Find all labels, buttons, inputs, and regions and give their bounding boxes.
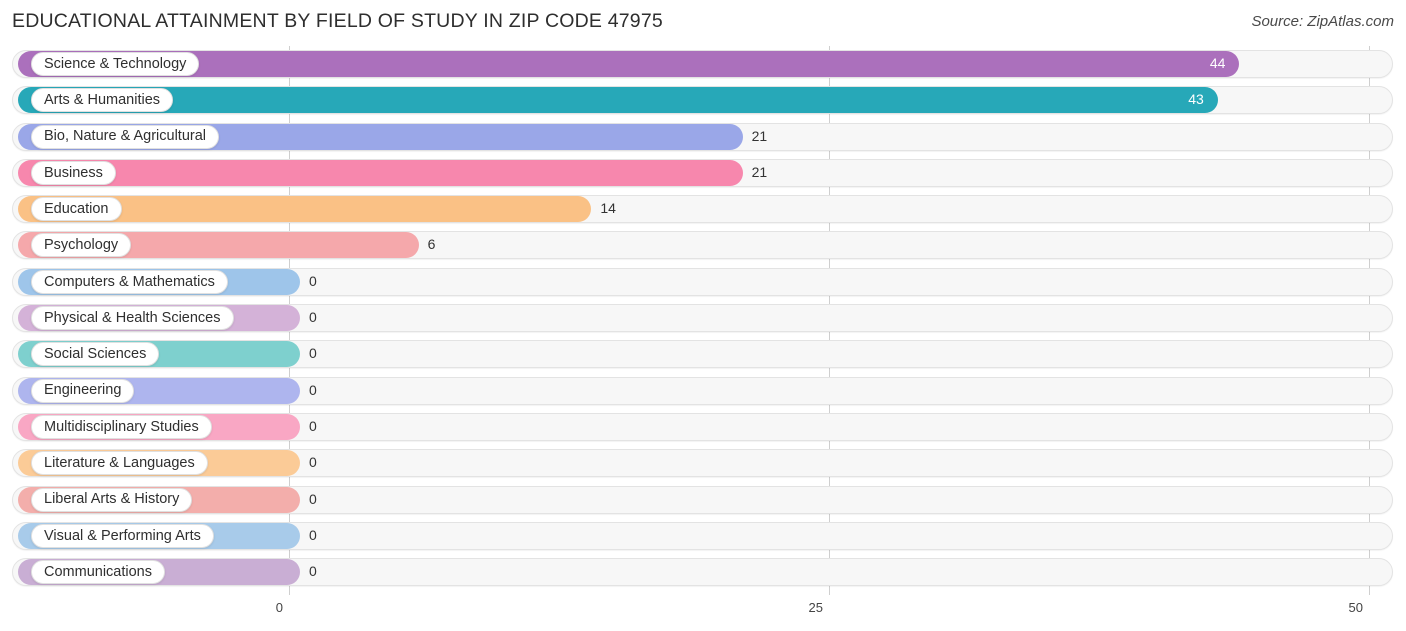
bar-value-label: 6 (427, 236, 436, 253)
bar-value-label: 44 (1209, 55, 1226, 71)
bar-row[interactable]: Literature & Languages 0 (0, 445, 1406, 481)
bar-label-pill: Multidisciplinary Studies (31, 414, 212, 439)
bar-value-label: 43 (1188, 91, 1204, 108)
bar-label-pill: Liberal Arts & History (31, 487, 193, 512)
bar-label-pill: Engineering (31, 378, 135, 403)
bar-label-pill: Social Sciences (31, 342, 160, 367)
bar-value-label: 0 (309, 272, 317, 289)
bar-row[interactable]: Multidisciplinary Studies 0 (0, 409, 1406, 445)
bar-category-label: Physical & Health Sciences (44, 309, 221, 326)
bar-label-pill: Arts & Humanities (31, 88, 174, 113)
bar-category-label: Liberal Arts & History (44, 491, 180, 508)
chart-header: EDUCATIONAL ATTAINMENT BY FIELD OF STUDY… (0, 0, 1406, 46)
bar-row[interactable]: Arts & Humanities 43 (0, 82, 1406, 118)
bar-label-pill: Computers & Mathematics (31, 269, 228, 294)
bar-label-pill: Communications (31, 560, 165, 585)
bar-row[interactable]: Computers & Mathematics 0 (0, 264, 1406, 300)
bar-category-label: Bio, Nature & Agricultural (44, 128, 206, 145)
bar-label-pill: Science & Technology (31, 52, 200, 76)
bar-category-label: Literature & Languages (44, 455, 195, 472)
bar-label-pill: Business (31, 160, 116, 185)
bar-row[interactable]: Psychology 6 (0, 227, 1406, 263)
bar-row[interactable]: Liberal Arts & History 0 (0, 482, 1406, 518)
bar-value-label: 14 (600, 200, 616, 217)
bar-row[interactable]: Communications 0 (0, 554, 1406, 590)
bar-value-label: 0 (309, 309, 317, 326)
bar-category-label: Computers & Mathematics (44, 273, 215, 290)
bar-row[interactable]: Physical & Health Sciences 0 (0, 300, 1406, 336)
bar-value-label: 0 (309, 381, 317, 398)
x-tick-25: 25 (808, 600, 823, 615)
bar[interactable] (18, 159, 743, 186)
bar-category-label: Visual & Performing Arts (44, 527, 201, 544)
bar-category-label: Education (44, 200, 109, 217)
bar-category-label: Engineering (44, 382, 122, 399)
source-attribution: Source: ZipAtlas.com (1251, 13, 1394, 30)
bar-value-label: 0 (309, 490, 317, 507)
bar-value-label: 0 (309, 454, 317, 471)
bar-category-label: Communications (44, 563, 152, 580)
bar-row[interactable]: Visual & Performing Arts 0 (0, 518, 1406, 554)
bar-rows: Science & Technology 44 Arts & Humanities 4… (0, 46, 1406, 595)
bar-row[interactable]: Bio, Nature & Agricultural 21 (0, 119, 1406, 155)
bar-row[interactable]: Business 21 (0, 155, 1406, 191)
chart-plot-area: Science & Technology 44 Arts & Humanities 4… (0, 46, 1406, 595)
bar-category-label: Business (44, 164, 103, 181)
bar-value-label: 0 (309, 563, 317, 580)
bar-label-pill: Visual & Performing Arts (31, 523, 214, 548)
bar-row[interactable]: Social Sciences 0 (0, 336, 1406, 372)
bar-label-pill: Bio, Nature & Agricultural (31, 124, 219, 149)
bar-row[interactable]: Education 14 (0, 191, 1406, 227)
bar-value-label: 0 (309, 526, 317, 543)
bar-value-label: 21 (751, 163, 768, 180)
bar-category-label: Social Sciences (44, 346, 147, 363)
bar-label-pill: Literature & Languages (31, 451, 208, 476)
bar-value-label: 21 (751, 127, 768, 144)
bar-category-label: Science & Technology (44, 55, 187, 72)
bar-row[interactable]: Engineering 0 (0, 373, 1406, 409)
bar-label-pill: Education (31, 197, 122, 222)
x-axis: 0 25 50 (0, 595, 1406, 631)
bar-row[interactable]: Science & Technology 44 (0, 46, 1406, 82)
bar-value-label: 0 (309, 345, 317, 362)
page-title: EDUCATIONAL ATTAINMENT BY FIELD OF STUDY… (12, 10, 663, 32)
bar-label-pill: Psychology (31, 233, 132, 258)
x-tick-50: 50 (1348, 600, 1363, 615)
bar-value-label: 0 (309, 417, 317, 434)
bar-category-label: Arts & Humanities (44, 92, 161, 109)
bar[interactable] (18, 51, 1240, 77)
x-tick-0: 0 (275, 600, 283, 615)
bar[interactable] (18, 87, 1218, 114)
bar-category-label: Psychology (44, 237, 119, 254)
bar-category-label: Multidisciplinary Studies (44, 418, 199, 435)
bar-label-pill: Physical & Health Sciences (31, 306, 234, 331)
